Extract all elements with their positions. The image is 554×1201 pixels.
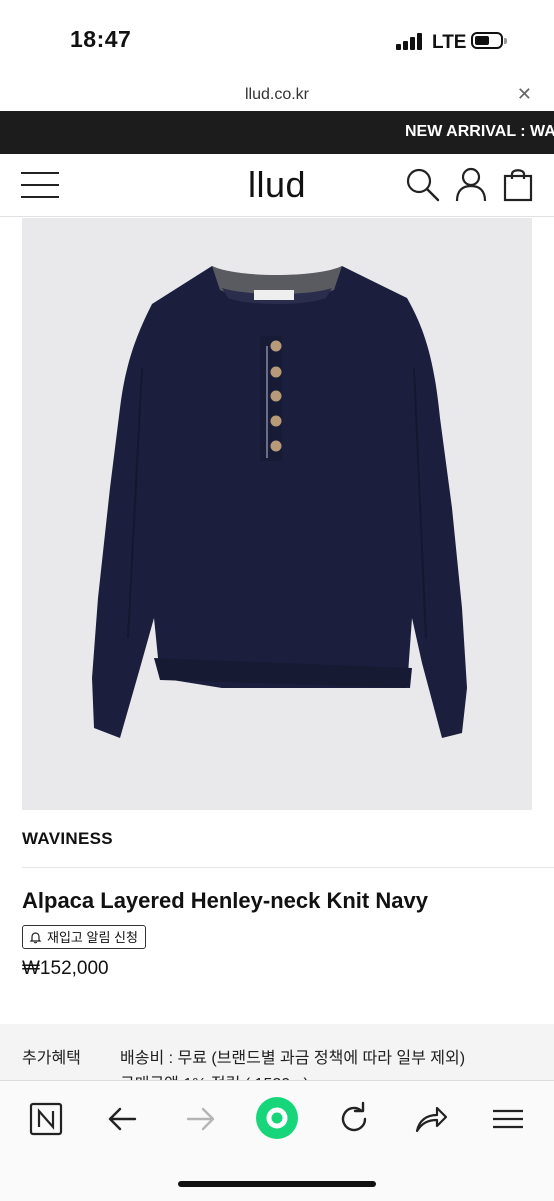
browser-toolbar <box>0 1080 554 1201</box>
back-arrow-icon[interactable] <box>103 1099 143 1139</box>
browser-url-bar[interactable]: llud.co.kr ✕ <box>0 80 554 112</box>
brand-name[interactable]: WAVINESS <box>22 829 113 849</box>
home-indicator <box>178 1181 376 1187</box>
status-time: 18:47 <box>70 26 132 52</box>
naver-green-dot-icon[interactable] <box>254 1095 300 1141</box>
announcement-text: NEW ARRIVAL : WAVINESS <box>405 123 554 140</box>
status-bar: 18:47 LTE <box>0 0 554 80</box>
user-icon[interactable] <box>453 166 489 202</box>
site-header: llud <box>0 154 554 217</box>
bell-icon <box>29 932 42 944</box>
search-icon[interactable] <box>404 166 440 202</box>
restock-label: 재입고 알림 신청 <box>47 930 138 945</box>
product-price: ₩152,000 <box>22 958 109 979</box>
restock-alert-button[interactable]: 재입고 알림 신청 <box>22 925 146 949</box>
product-image[interactable] <box>22 218 532 810</box>
benefit-label: 추가혜택 <box>22 1050 81 1067</box>
share-icon[interactable] <box>411 1099 451 1139</box>
url-text[interactable]: llud.co.kr <box>0 86 554 104</box>
announcement-banner[interactable]: NEW ARRIVAL : WAVINESS <box>0 111 554 154</box>
refresh-icon[interactable] <box>334 1099 374 1139</box>
product-title: Alpaca Layered Henley-neck Knit Navy <box>22 888 428 913</box>
battery-icon <box>471 32 507 49</box>
divider <box>22 867 554 868</box>
benefit-section: 추가혜택 배송비 : 무료 (브랜드별 과금 정책에 따라 일부 제외) 구매금… <box>0 1024 554 1084</box>
close-icon[interactable]: ✕ <box>517 84 532 105</box>
shopping-bag-icon[interactable] <box>501 166 537 202</box>
cellular-signal-icon <box>396 33 424 50</box>
shipping-info: 배송비 : 무료 (브랜드별 과금 정책에 따라 일부 제외) <box>120 1050 466 1067</box>
network-type: LTE <box>432 32 467 53</box>
sweater-illustration <box>92 266 467 738</box>
naver-n-icon[interactable] <box>26 1099 66 1139</box>
forward-arrow-icon[interactable] <box>180 1099 220 1139</box>
more-menu-icon[interactable] <box>488 1099 528 1139</box>
